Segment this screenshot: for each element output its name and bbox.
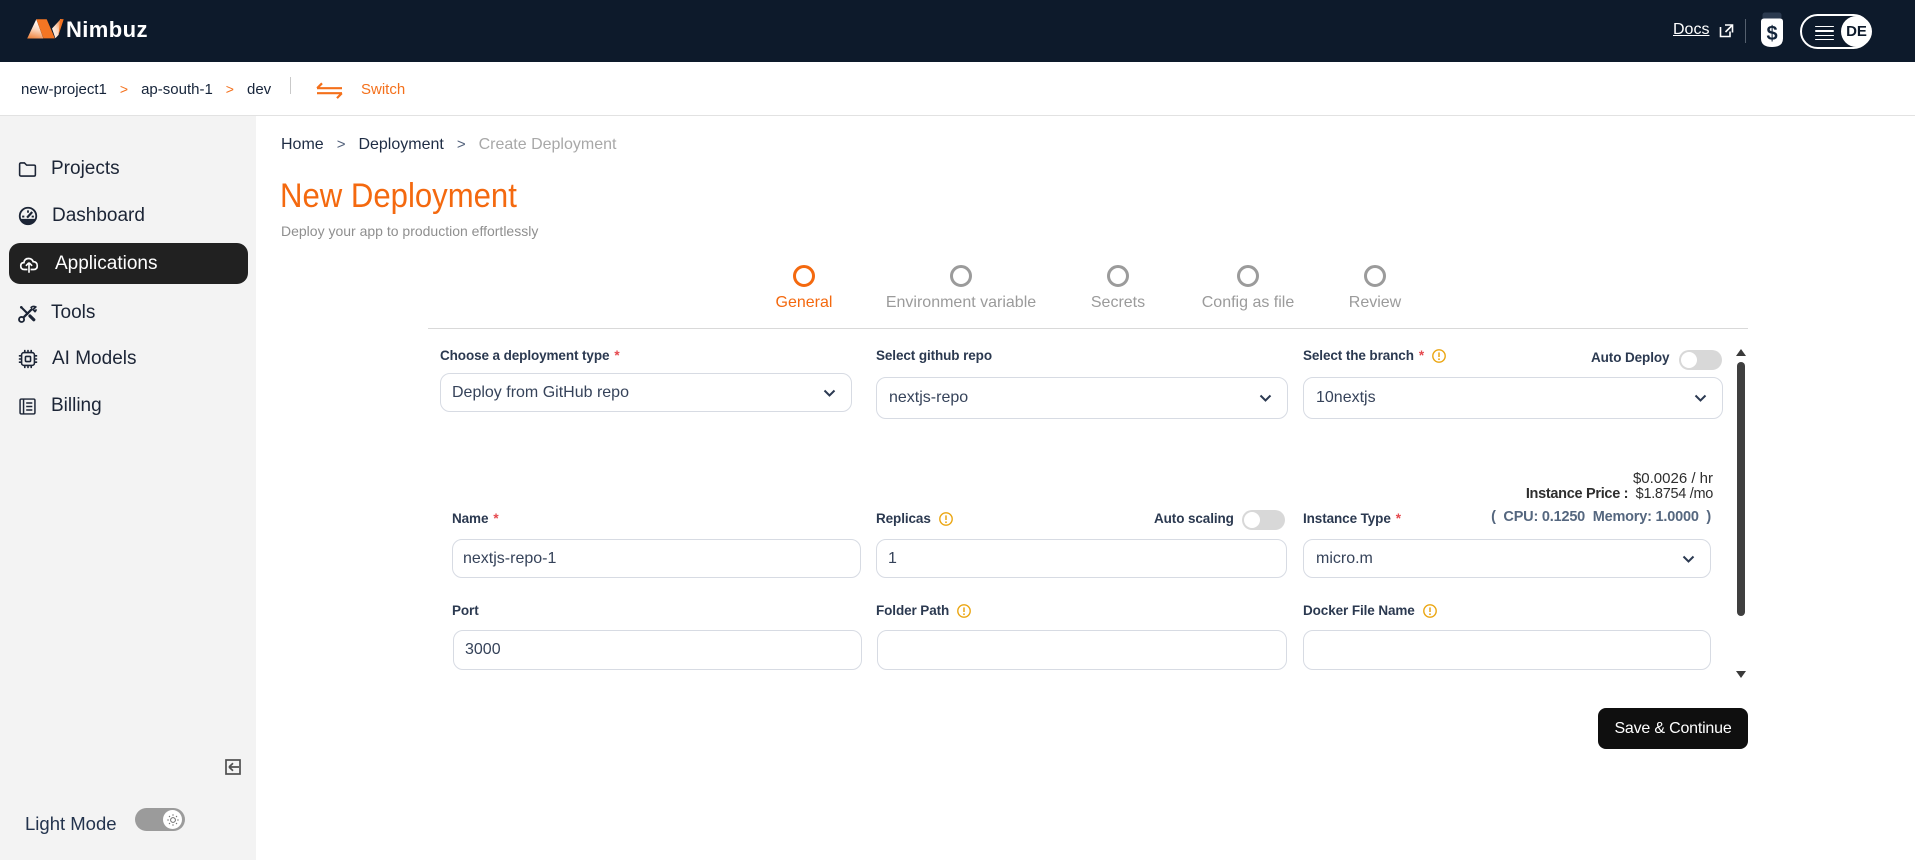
svg-text:$: $: [1766, 23, 1777, 45]
